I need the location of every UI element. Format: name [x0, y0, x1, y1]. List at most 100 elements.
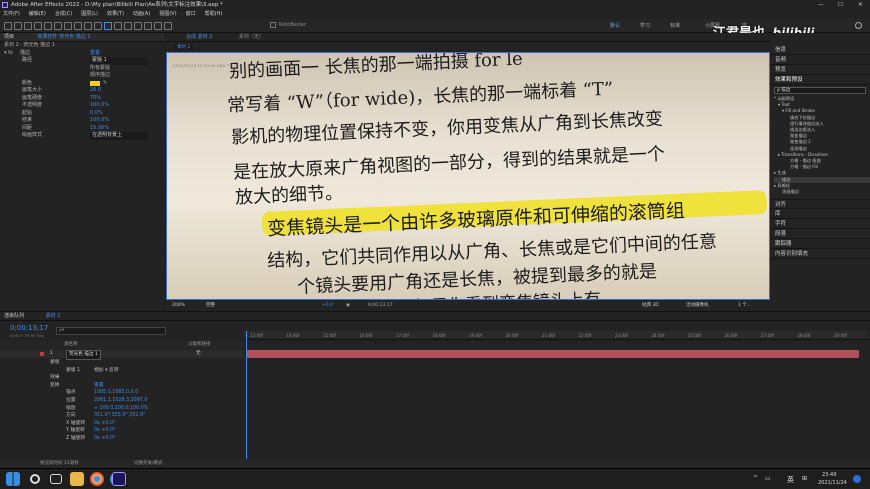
close-button[interactable]: ✕	[858, 0, 863, 10]
clock-time[interactable]: 23:49	[822, 472, 836, 478]
search-icon[interactable]	[30, 474, 40, 484]
orbit-tool-icon[interactable]	[44, 22, 52, 30]
effects-search-input[interactable]: ρ 描边	[774, 87, 866, 94]
clone-tool-icon[interactable]	[134, 22, 142, 30]
prop-name[interactable]: 缩放	[66, 405, 76, 413]
paragraph-panel[interactable]: 段落	[770, 229, 870, 240]
prop-name[interactable]: Z 轴旋转	[66, 435, 85, 443]
layer-duration-bar[interactable]	[247, 350, 859, 358]
tab-footage[interactable]: 素材（无）	[239, 34, 264, 40]
prop-value[interactable]: ∞ 100.0,100.0,100.0%	[94, 405, 148, 413]
task-view-icon[interactable]	[50, 474, 62, 484]
prop-value[interactable]: 1085.0,1085.0,0.0	[94, 389, 138, 397]
current-time-display[interactable]: 0;00;13;17	[368, 300, 393, 311]
time-ruler[interactable]: 13:00f 14:00f 15:00f 16:00f 17:00f 18:00f 19:0…	[244, 331, 868, 340]
home-icon[interactable]	[4, 22, 12, 30]
prop-value[interactable]: 0x +0.0°	[94, 435, 115, 443]
prop-name[interactable]: 蒙版 1	[66, 367, 80, 375]
after-effects-icon[interactable]	[112, 472, 126, 486]
zoom-dropdown[interactable]: 200%	[172, 300, 185, 311]
tree-item[interactable]: 涂画描边	[774, 189, 870, 195]
menu-file[interactable]: 文件(F)	[3, 11, 20, 17]
notification-icon[interactable]	[853, 475, 861, 483]
timeline-search[interactable]: ρ▾	[56, 327, 166, 335]
quality-dropdown[interactable]: 完整	[206, 300, 215, 311]
menu-animation[interactable]: 动画(A)	[133, 11, 150, 17]
start-value[interactable]: 0.0%	[90, 110, 103, 118]
search-icon[interactable]	[855, 22, 862, 29]
tab-project[interactable]: 项目	[4, 34, 14, 40]
pen-tool-icon[interactable]	[104, 22, 112, 30]
views-dropdown[interactable]: 1 个...	[738, 300, 751, 311]
rotobezier-checkbox[interactable]	[270, 22, 276, 28]
brush-size-value[interactable]: 26.0	[90, 87, 101, 95]
spacing-value[interactable]: 15.00%	[90, 125, 109, 133]
workspace-standard[interactable]: 标准	[670, 22, 680, 30]
prop-name[interactable]: 变换	[50, 382, 60, 390]
camera-dropdown[interactable]: 活动摄像机	[686, 300, 709, 311]
dolly-tool-icon[interactable]	[64, 22, 72, 30]
opacity-value[interactable]: 100.0%	[90, 102, 109, 110]
menu-view[interactable]: 视图(V)	[159, 11, 176, 17]
eraser-tool-icon[interactable]	[144, 22, 152, 30]
type-tool-icon[interactable]	[114, 22, 122, 30]
effects-presets-tab[interactable]: 效果和预设	[770, 75, 870, 85]
menu-window[interactable]: 窗口	[186, 11, 196, 17]
prop-value[interactable]: 351.0°,355.0°,352.0°	[94, 412, 145, 420]
audio-panel[interactable]: 音频	[770, 55, 870, 65]
zoom-tool-icon[interactable]	[34, 22, 42, 30]
parent-dropdown[interactable]: 无	[196, 350, 201, 358]
path-dropdown[interactable]: 蒙版 1	[90, 57, 148, 65]
menu-edit[interactable]: 编辑(E)	[29, 11, 46, 17]
shape-tool-icon[interactable]	[94, 22, 102, 30]
layer-row[interactable]: 1 荧光色 描边 1 无	[0, 350, 244, 360]
reset-link[interactable]: 重置	[90, 50, 100, 58]
prop-value[interactable]: 2061.1,1028.3,2097.0	[94, 397, 147, 405]
transform-reset[interactable]: 重置	[94, 382, 104, 390]
layer-label-color[interactable]	[40, 352, 44, 356]
tab-comp-timeline[interactable]: 素材 2	[46, 313, 61, 319]
brush-tool-icon[interactable]	[124, 22, 132, 30]
paint-style-dropdown[interactable]: 在透明背景上	[90, 132, 148, 140]
prop-value[interactable]: 0x +0.0°	[94, 420, 115, 428]
align-panel[interactable]: 对齐	[770, 199, 870, 210]
chrome-icon[interactable]	[90, 472, 104, 486]
timeline-current-time[interactable]: 0;00;13;17	[10, 324, 48, 332]
color-swatch[interactable]	[90, 80, 100, 86]
prop-name[interactable]: 蒙版	[50, 359, 60, 367]
anchor-tool-icon[interactable]	[84, 22, 92, 30]
libraries-panel[interactable]: 库	[770, 209, 870, 220]
prop-name[interactable]: X 轴旋转	[66, 420, 85, 428]
end-value[interactable]: 100.0%	[90, 117, 109, 125]
menu-layer[interactable]: 图层(L)	[81, 11, 98, 17]
pan-tool-icon[interactable]	[54, 22, 62, 30]
prop-name[interactable]: 效果	[50, 374, 60, 382]
sequential-checkbox[interactable]: 顺序描边	[90, 72, 110, 80]
prop-name[interactable]: Y 轴旋转	[66, 427, 85, 435]
prop-name[interactable]: 锚点	[66, 389, 76, 397]
input-language[interactable]: 英	[787, 475, 794, 485]
menu-help[interactable]: 帮助(H)	[205, 11, 223, 17]
maximize-button[interactable]: ☐	[838, 0, 843, 10]
prop-name[interactable]: 位置	[66, 397, 76, 405]
comp-subtab[interactable]: 素材 2	[174, 44, 194, 50]
ime-icon[interactable]: ⊞	[802, 475, 807, 482]
eyedropper-icon[interactable]: ✎	[103, 80, 107, 88]
tracker-panel[interactable]: 跟踪器	[770, 239, 870, 250]
tab-composition[interactable]: 合成 素材 2	[186, 34, 212, 40]
prop-value[interactable]: 0x +0.0°	[94, 427, 115, 435]
menu-effect[interactable]: 效果(T)	[107, 11, 124, 17]
mask-mode[interactable]: 相加 ▾ 反转	[94, 367, 119, 375]
hand-tool-icon[interactable]	[24, 22, 32, 30]
workspace-learn[interactable]: 学习	[640, 22, 650, 30]
prop-name[interactable]: 方向	[66, 412, 76, 420]
tab-render-queue[interactable]: 渲染队列	[4, 313, 24, 319]
rotate-tool-icon[interactable]	[74, 22, 82, 30]
snapshot-icon[interactable]: ◉	[346, 300, 350, 311]
all-masks-checkbox[interactable]: 所有蒙版	[90, 65, 110, 73]
minimize-button[interactable]: —	[818, 0, 824, 10]
workspace-default[interactable]: 默认	[610, 22, 620, 30]
selection-tool-icon[interactable]	[14, 22, 22, 30]
comp-viewer[interactable]: 2021/11/24 11:20:00 14/0.7 s 别的画面一 长焦的那一…	[166, 52, 770, 300]
puppet-tool-icon[interactable]	[164, 22, 172, 30]
